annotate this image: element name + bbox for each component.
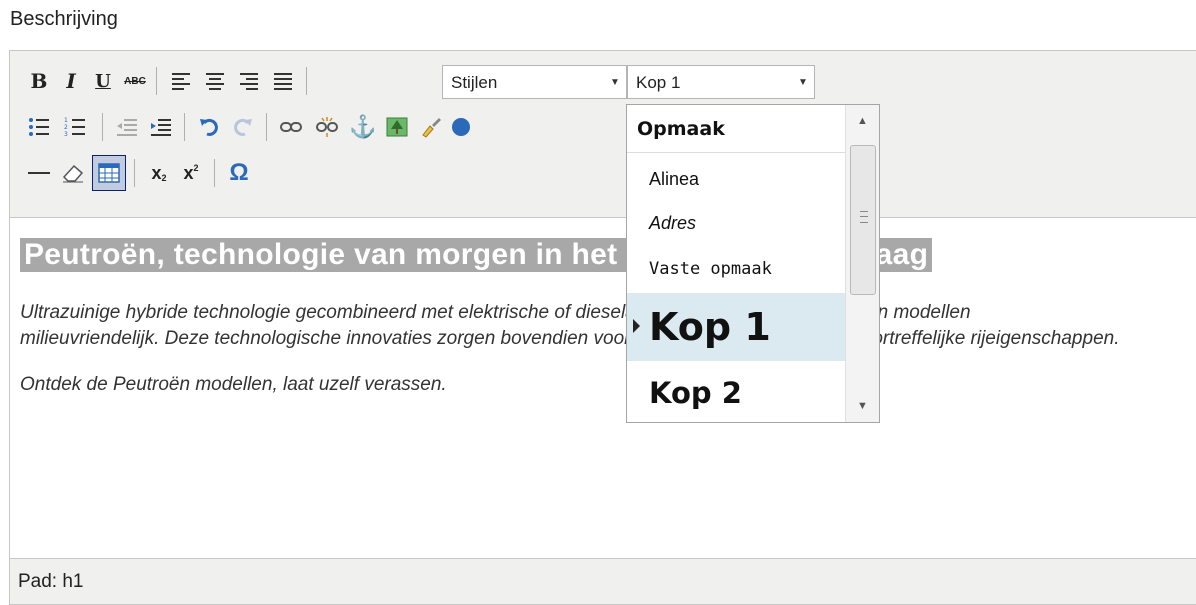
content-paragraph-line[interactable]: milieuvriendelijk. Deze technologische i… [20, 326, 1119, 352]
dropdown-item-label: Kop 1 [649, 305, 771, 349]
toolbar-separator [134, 159, 135, 187]
strikethrough-button[interactable]: ABC [120, 65, 150, 97]
horizontal-rule-icon[interactable] [24, 157, 54, 189]
undo-icon[interactable] [194, 111, 224, 143]
underline-button[interactable]: U [88, 65, 118, 97]
cleanup-icon[interactable] [416, 111, 446, 143]
dropdown-item-kop-2[interactable]: Kop 2 [627, 363, 845, 422]
dropdown-item-vaste-opmaak[interactable]: Vaste opmaak [627, 245, 845, 293]
element-path[interactable]: Pad: h1 [18, 571, 84, 593]
eraser-icon[interactable] [58, 157, 88, 189]
editor-content[interactable]: Peutroën, technologie van morgen in het … [10, 218, 1196, 558]
superscript-button[interactable]: x2 [176, 157, 206, 189]
unlink-icon[interactable] [312, 111, 342, 143]
scroll-up-icon[interactable]: ▲ [846, 105, 879, 137]
redo-icon[interactable] [228, 111, 258, 143]
format-select[interactable]: Kop 1 ▼ [627, 65, 815, 99]
editor-toolbar: B I U ABC Stijlen ▼ Kop 1 ▼ 1 2 3 ⚓ x 2 … [10, 51, 1196, 218]
outdent-icon[interactable] [112, 111, 142, 143]
dropdown-item-kop-1[interactable]: Kop 1 [627, 293, 845, 361]
toolbar-row-1: B I U ABC Stijlen ▼ Kop 1 ▼ [10, 61, 1196, 101]
grip-icon [860, 211, 868, 223]
content-paragraph[interactable]: Ontdek de Peutroën modellen, laat uzelf … [20, 372, 447, 398]
toolbar-separator [184, 113, 185, 141]
toolbar-separator [266, 113, 267, 141]
dropdown-item-adres[interactable]: Adres [627, 201, 845, 245]
align-justify-icon[interactable] [268, 65, 298, 97]
toolbar-row-2: 123 ⚓ [10, 107, 1196, 147]
selected-marker-icon [633, 319, 640, 333]
svg-text:2: 2 [64, 124, 68, 131]
table-icon[interactable] [92, 155, 126, 191]
align-left-icon[interactable] [166, 65, 196, 97]
link-icon[interactable] [276, 111, 306, 143]
italic-button[interactable]: I [56, 65, 86, 97]
superscript-label: x [183, 162, 194, 183]
align-center-icon[interactable] [200, 65, 230, 97]
scrollbar-thumb[interactable] [850, 145, 876, 295]
scroll-down-icon[interactable]: ▼ [846, 390, 879, 422]
dropdown-item-alinea[interactable]: Alinea [627, 157, 845, 201]
chevron-down-icon[interactable]: ▼ [792, 66, 814, 98]
format-select-value: Kop 1 [636, 73, 681, 92]
dropdown-scrollbar[interactable]: ▲ ▼ [845, 105, 879, 422]
format-dropdown-menu[interactable]: Opmaak Alinea Adres Vaste opmaak Kop 1 K… [626, 104, 880, 423]
editor-statusbar: Pad: h1 [10, 558, 1196, 604]
bullet-list-icon[interactable] [24, 111, 54, 143]
toolbar-separator [306, 67, 307, 95]
field-label: Beschrijving [10, 8, 118, 30]
toolbar-separator [102, 113, 103, 141]
align-right-icon[interactable] [234, 65, 264, 97]
svg-text:1: 1 [64, 117, 68, 124]
special-character-button[interactable]: Ω [224, 157, 254, 189]
numbered-list-icon[interactable]: 123 [60, 111, 90, 143]
image-icon[interactable] [382, 111, 412, 143]
toolbar-separator [214, 159, 215, 187]
chevron-down-icon[interactable]: ▼ [604, 66, 626, 98]
anchor-icon[interactable]: ⚓ [348, 111, 378, 143]
toolbar-row-3: x2 x2 Ω [10, 153, 1196, 193]
styles-select[interactable]: Stijlen ▼ [442, 65, 627, 99]
rich-text-editor: B I U ABC Stijlen ▼ Kop 1 ▼ 1 2 3 ⚓ x 2 … [9, 50, 1196, 605]
toolbar-separator [156, 67, 157, 95]
styles-select-value: Stijlen [451, 73, 498, 92]
svg-text:3: 3 [64, 131, 68, 137]
subscript-label: x [151, 162, 162, 183]
subscript-button[interactable]: x2 [144, 157, 174, 189]
help-icon[interactable] [446, 111, 476, 143]
dropdown-header: Opmaak [627, 105, 845, 153]
bold-button[interactable]: B [24, 65, 54, 97]
indent-icon[interactable] [146, 111, 176, 143]
